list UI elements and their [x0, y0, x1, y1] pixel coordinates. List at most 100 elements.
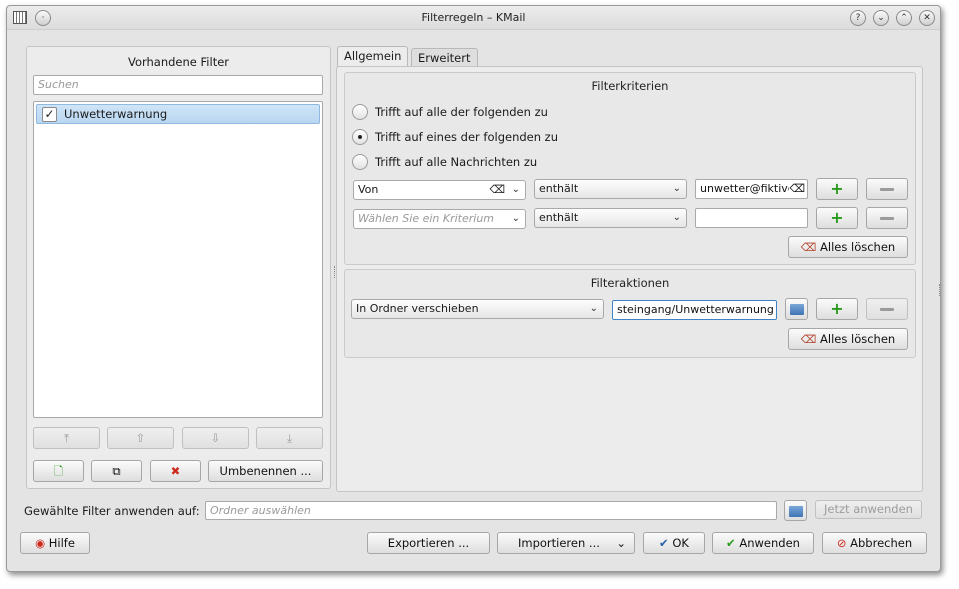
remove-action-button[interactable]	[866, 298, 908, 320]
criteria-title: Filterkriterien	[591, 79, 669, 93]
plus-icon: +	[830, 208, 844, 227]
title-bar: · Filterregeln – KMail ? ⌄ ⌃ ✕	[7, 6, 940, 30]
remove-criteria-button[interactable]	[866, 178, 908, 200]
arrow-up-icon: ⇧	[135, 431, 146, 445]
clear-icon: ⌫	[800, 333, 817, 346]
criteria-operator-value: enthält	[539, 182, 579, 195]
copy-filter-button[interactable]: ⧉	[91, 460, 142, 482]
criteria-value-input-2[interactable]	[695, 208, 808, 228]
cancel-button[interactable]: ⊘ Abbrechen	[822, 532, 927, 554]
actions-title: Filteraktionen	[590, 276, 670, 290]
criteria-field-placeholder: Wählen Sie ein Kriterium	[358, 212, 495, 225]
chevron-down-icon: ⌄	[589, 303, 598, 314]
help-button[interactable]: ◉ Hilfe	[20, 532, 90, 554]
apply-button[interactable]: ✔ Anwenden	[712, 532, 814, 554]
apply-filters-label: Gewählte Filter anwenden auf:	[24, 504, 200, 518]
radio-match-all[interactable]	[352, 104, 368, 120]
filter-enabled-checkbox[interactable]: ✓	[42, 107, 57, 122]
folder-icon	[788, 506, 803, 517]
filter-list: ✓ Unwetterwarnung	[33, 101, 323, 418]
criteria-value: unwetter@fiktive	[700, 182, 795, 195]
tab-allgemein[interactable]: Allgemein	[337, 46, 409, 67]
cancel-button-label: Abbrechen	[850, 536, 913, 550]
delete-filter-button[interactable]: ✖	[150, 460, 201, 482]
help-lifebuoy-icon: ◉	[35, 536, 46, 550]
chevron-down-icon: ⌄	[672, 183, 681, 194]
filter-criteria-group: Filterkriterien Trifft auf alle der folg…	[344, 72, 916, 265]
select-folder-button[interactable]	[785, 298, 808, 320]
radio-match-any[interactable]	[352, 129, 368, 145]
help-button-label: Hilfe	[48, 536, 75, 550]
criteria-field-combo-1[interactable]: Von ⌫ ⌄	[353, 180, 526, 200]
chevron-down-icon: ⌄	[616, 536, 626, 550]
cancel-icon: ⊘	[836, 536, 847, 550]
select-apply-folder-button[interactable]	[784, 500, 807, 521]
move-top-button[interactable]: ⤒	[33, 427, 100, 449]
help-icon[interactable]: ?	[850, 10, 866, 26]
clear-field-icon[interactable]: ⌫	[489, 181, 505, 199]
maximize-icon[interactable]: ⌃	[896, 10, 912, 26]
minimize-icon[interactable]: ⌄	[873, 10, 889, 26]
import-button-label: Importieren ...	[518, 536, 600, 550]
filter-list-title: Vorhandene Filter	[127, 55, 230, 69]
clear-all-criteria-label: Alles löschen	[820, 240, 896, 254]
radio-match-any-label: Trifft auf eines der folgenden zu	[375, 130, 559, 144]
clear-all-actions-label: Alles löschen	[820, 332, 896, 346]
move-up-button[interactable]: ⇧	[107, 427, 174, 449]
move-down-button[interactable]: ⇩	[182, 427, 249, 449]
filter-list-panel: Vorhandene Filter Suchen ✓ Unwetterwarnu…	[26, 46, 331, 489]
new-filter-button[interactable]: 🗋	[33, 460, 84, 482]
apply-folder-input[interactable]: Ordner auswählen	[205, 501, 777, 520]
criteria-value-input-1[interactable]: unwetter@fiktive ⌫	[695, 179, 808, 199]
tab-erweitert[interactable]: Erweitert	[411, 48, 478, 68]
target-folder-input[interactable]: steingang/Unwetterwarnung	[612, 300, 777, 320]
clear-value-icon[interactable]: ⌫	[789, 180, 805, 198]
search-input[interactable]: Suchen	[33, 75, 323, 95]
import-button[interactable]: Importieren ... ⌄	[497, 532, 635, 554]
export-button[interactable]: Exportieren ...	[367, 532, 490, 554]
minus-icon	[880, 308, 894, 311]
criteria-operator-value: enthält	[539, 211, 579, 224]
folder-icon	[789, 304, 804, 315]
radio-match-all-messages-label: Trifft auf alle Nachrichten zu	[375, 155, 538, 169]
new-document-icon: 🗋	[53, 464, 64, 478]
minus-icon	[880, 217, 894, 220]
list-item[interactable]: ✓ Unwetterwarnung	[36, 104, 320, 124]
add-criteria-button[interactable]: +	[816, 207, 858, 229]
action-type-value: In Ordner verschieben	[356, 302, 479, 315]
plus-icon: +	[830, 179, 844, 198]
check-icon: ✔	[726, 536, 736, 550]
ok-button[interactable]: ✔ OK	[643, 532, 705, 554]
add-criteria-button[interactable]: +	[816, 178, 858, 200]
apply-now-button[interactable]: Jetzt anwenden	[815, 500, 922, 519]
minus-icon	[880, 188, 894, 191]
clear-all-actions-button[interactable]: ⌫ Alles löschen	[788, 328, 908, 350]
filter-name: Unwetterwarnung	[64, 107, 168, 121]
rename-button[interactable]: Umbenennen ...	[208, 460, 323, 482]
close-icon[interactable]: ✕	[919, 10, 935, 26]
criteria-field-combo-2[interactable]: Wählen Sie ein Kriterium ⌄	[353, 209, 526, 229]
tab-content-panel: Filterkriterien Trifft auf alle der folg…	[336, 66, 923, 492]
kmail-filter-dialog: · Filterregeln – KMail ? ⌄ ⌃ ✕ Vorhanden…	[6, 5, 941, 572]
clear-all-criteria-button[interactable]: ⌫ Alles löschen	[788, 236, 908, 258]
clear-icon: ⌫	[800, 241, 817, 254]
arrow-down-icon: ⇩	[210, 431, 221, 445]
move-top-icon: ⤒	[63, 431, 70, 445]
remove-criteria-button[interactable]	[866, 207, 908, 229]
chevron-down-icon: ⌄	[672, 212, 681, 223]
radio-match-all-messages[interactable]	[352, 154, 368, 170]
radio-match-all-label: Trifft auf alle der folgenden zu	[375, 105, 548, 119]
move-bottom-button[interactable]: ⤓	[256, 427, 323, 449]
check-icon: ✔	[659, 536, 669, 550]
criteria-operator-combo-1[interactable]: enthält ⌄	[534, 179, 687, 199]
copy-icon: ⧉	[112, 464, 121, 478]
criteria-operator-combo-2[interactable]: enthält ⌄	[534, 208, 687, 228]
add-action-button[interactable]: +	[816, 298, 858, 320]
action-type-combo[interactable]: In Ordner verschieben ⌄	[351, 299, 604, 319]
chevron-down-icon: ⌄	[511, 210, 520, 228]
chevron-down-icon: ⌄	[511, 184, 520, 195]
ok-button-label: OK	[672, 536, 689, 550]
splitter-handle[interactable]	[939, 284, 941, 296]
delete-icon: ✖	[170, 464, 181, 478]
window-title: Filterregeln – KMail	[421, 11, 526, 24]
